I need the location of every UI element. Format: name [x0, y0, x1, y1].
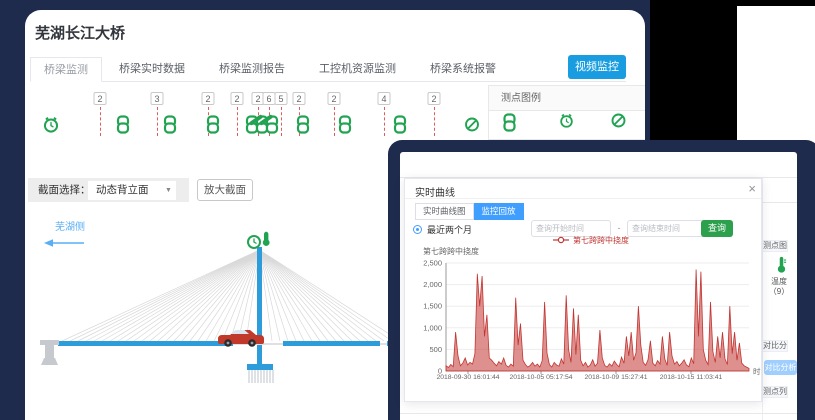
- sensor-dash-line: [237, 107, 238, 136]
- legend-panel-icons: [489, 111, 645, 140]
- enlarge-section-button[interactable]: 放大截面: [197, 179, 253, 201]
- svg-text:2018-09-30 16:01:44: 2018-09-30 16:01:44: [436, 374, 499, 381]
- dialog-title: 实时曲线: [415, 184, 455, 199]
- bridge-side-label: 芜湖侧: [55, 220, 85, 233]
- clock-sensor-icon[interactable]: [559, 113, 574, 133]
- sensor-count-badge: 3: [151, 92, 164, 105]
- svg-text:2018-10-05 05:17:54: 2018-10-05 05:17:54: [509, 374, 572, 381]
- svg-text:1,000: 1,000: [423, 323, 442, 332]
- chain-sensor-icon[interactable]: [207, 115, 220, 139]
- chain-sensor-icon[interactable]: [394, 115, 407, 139]
- deflection-chart[interactable]: 第七跨跨中挠度 第七跨跨中挠度 2,5002,0001,5001,0005000…: [405, 233, 761, 385]
- svg-text:2018-10-15 11:03:41: 2018-10-15 11:03:41: [660, 374, 723, 381]
- sensor-count-badge: 2: [231, 92, 244, 105]
- legend-panel-title: 测点图例: [489, 86, 645, 111]
- side-panel-compare-header: 对比分析: [762, 340, 788, 352]
- tower-top-sensors: [225, 232, 270, 248]
- desktop: 芜湖长江大桥 桥梁监测桥梁实时数据桥梁监测报告工控机资源监测桥梁系统报警 视频监…: [0, 0, 815, 420]
- svg-text:500: 500: [429, 345, 442, 354]
- sensor-count-badge: 2: [202, 92, 215, 105]
- sensor-count-badge: 2: [293, 92, 306, 105]
- sensor-dash-line: [434, 107, 435, 136]
- bridge-tower: [257, 247, 262, 365]
- chain-sensor-icon[interactable]: [339, 115, 352, 139]
- sensor-count-badge: 4: [378, 92, 391, 105]
- side-panel-divider: [762, 202, 797, 203]
- svg-text:2,500: 2,500: [423, 259, 442, 268]
- chevron-down-icon[interactable]: ▼: [165, 181, 172, 200]
- modal-window: 测点图例 温度 （9） 对比分析 对比分析 测点列表 实时曲线 × 实时曲线图监…: [388, 140, 815, 420]
- bridge-pier: [40, 340, 59, 365]
- sensor-dash-line: [334, 107, 335, 136]
- section-select-label: 截面选择：: [38, 184, 91, 196]
- sensor-count-badge: 2: [94, 92, 107, 105]
- x-axis-label: 时间: [753, 366, 761, 376]
- side-panel-divider: [762, 178, 763, 420]
- tower-foundation: [247, 364, 273, 370]
- close-icon[interactable]: ×: [748, 182, 756, 195]
- chain-sensor-icon[interactable]: [297, 115, 310, 139]
- sensor-count-badge: 2: [428, 92, 441, 105]
- chart-legend: 第七跨跨中挠度: [553, 235, 629, 245]
- svg-text:2018-10-09 15:27:41: 2018-10-09 15:27:41: [584, 374, 647, 381]
- dialog-tab-bar: 实时曲线图监控回放: [415, 203, 524, 221]
- sensor-dash-line: [100, 107, 101, 136]
- disabled-sensor-icon[interactable]: [611, 113, 626, 133]
- legend-panel: 测点图例: [488, 85, 645, 140]
- realtime-curve-dialog: 实时曲线 × 实时曲线图监控回放 最近两个月 - 查询 第七跨跨中挠度 第七跨跨…: [404, 178, 762, 402]
- sensor-count-badge: 5: [275, 92, 288, 105]
- bridge-schematic: 芜湖侧: [28, 212, 390, 412]
- section-select-dropdown[interactable]: 动态背立面: [88, 181, 176, 200]
- compare-analysis-button[interactable]: 对比分析: [764, 360, 797, 375]
- sensor-count-label: （9）: [764, 286, 794, 297]
- bridge-deck: [58, 341, 233, 346]
- svg-text:第七跨跨中挠度: 第七跨跨中挠度: [573, 235, 629, 245]
- dialog-tab-0[interactable]: 实时曲线图: [415, 203, 474, 220]
- side-panel-legend-header: 测点图例: [762, 240, 788, 252]
- clock-sensor-icon[interactable]: [43, 116, 60, 138]
- svg-text:2,000: 2,000: [423, 280, 442, 289]
- side-panel-list-header: 测点列表: [762, 386, 788, 398]
- sensor-dash-line: [384, 107, 385, 136]
- chain-sensor-icon[interactable]: [117, 115, 130, 139]
- chart-series-title: 第七跨跨中挠度: [423, 246, 479, 256]
- sensor-dash-line: [281, 107, 282, 136]
- svg-text:1,500: 1,500: [423, 302, 442, 311]
- disabled-sensor-icon[interactable]: [465, 117, 480, 137]
- sensor-dash-line: [157, 107, 158, 136]
- chain-sensor-icon[interactable]: [164, 115, 177, 139]
- dialog-tab-1[interactable]: 监控回放: [474, 203, 524, 220]
- page-divider: [400, 413, 797, 414]
- chain-sensor-icon[interactable]: [503, 113, 516, 137]
- sensor-count-badge: 2: [328, 92, 341, 105]
- background-window-edge: [737, 6, 815, 148]
- dialog-header-divider: [405, 198, 761, 199]
